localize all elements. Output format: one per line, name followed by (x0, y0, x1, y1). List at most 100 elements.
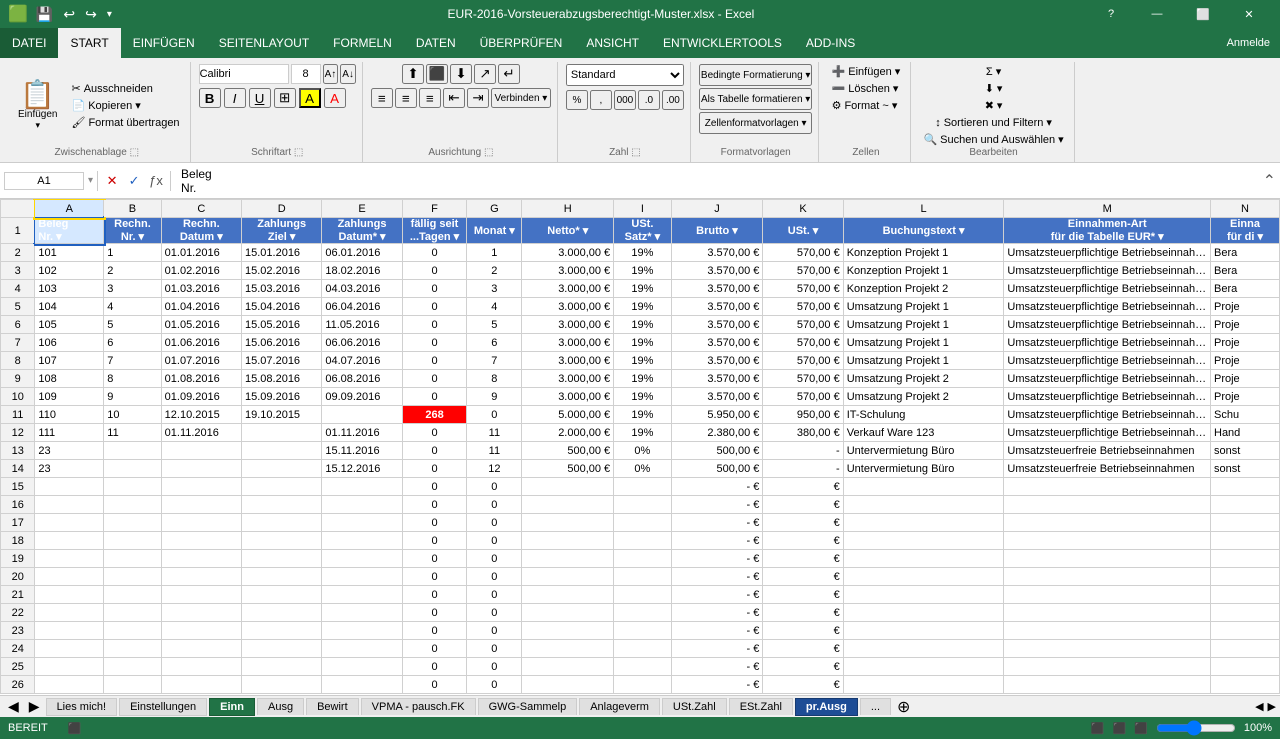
page-break-button[interactable]: ⬛ (1134, 722, 1148, 735)
cell-l16[interactable] (843, 496, 1004, 514)
quick-access-toolbar[interactable]: 🟩 💾 ↩ ↪ ▾ (8, 4, 114, 24)
cell-l15[interactable] (843, 478, 1004, 496)
cell-d12[interactable] (242, 424, 322, 442)
cell-l4[interactable]: Konzeption Projekt 2 (843, 280, 1004, 298)
cell-l3[interactable]: Konzeption Projekt 1 (843, 262, 1004, 280)
cell-i25[interactable] (614, 658, 671, 676)
cell-n7[interactable]: Proje (1211, 334, 1280, 352)
cell-m6[interactable]: Umsatzsteuerpflichtige Betriebseinnahmen (1004, 316, 1211, 334)
cell-g4[interactable]: 3 (467, 280, 522, 298)
window-controls[interactable]: ? — ⬜ ✕ (1088, 0, 1272, 28)
cell-h2[interactable]: 3.000,00 € (522, 244, 614, 262)
increase-indent-button[interactable]: ⇥ (467, 88, 489, 108)
cell-j12[interactable]: 2.380,00 € (671, 424, 763, 442)
cell-c6[interactable]: 01.05.2016 (161, 316, 241, 334)
cell-f6[interactable]: 0 (402, 316, 467, 334)
cell-j8[interactable]: 3.570,00 € (671, 352, 763, 370)
undo-button[interactable]: ↩ (61, 6, 77, 23)
bold-button[interactable]: B (199, 88, 221, 108)
cell-c11[interactable]: 12.10.2015 (161, 406, 241, 424)
cell-f25[interactable]: 0 (402, 658, 467, 676)
cell-k25[interactable]: € (763, 658, 843, 676)
cell-g3[interactable]: 2 (467, 262, 522, 280)
cell-d8[interactable]: 15.07.2016 (242, 352, 322, 370)
cell-f21[interactable]: 0 (402, 586, 467, 604)
clear-button[interactable]: ✖ ▾ (981, 98, 1007, 113)
cell-n22[interactable] (1211, 604, 1280, 622)
cell-h9[interactable]: 3.000,00 € (522, 370, 614, 388)
close-button[interactable]: ✕ (1226, 0, 1272, 28)
header-monat[interactable]: Monat ▾ (467, 218, 522, 244)
cell-d6[interactable]: 15.05.2016 (242, 316, 322, 334)
cell-c25[interactable] (161, 658, 241, 676)
sheet-tab-gwg[interactable]: GWG-Sammelp (478, 698, 578, 715)
format-as-table-button[interactable]: Als Tabelle formatieren ▾ (699, 88, 813, 110)
cell-a10[interactable]: 109 (35, 388, 104, 406)
cell-j3[interactable]: 3.570,00 € (671, 262, 763, 280)
cell-n20[interactable] (1211, 568, 1280, 586)
cell-l17[interactable] (843, 514, 1004, 532)
cell-h12[interactable]: 2.000,00 € (522, 424, 614, 442)
cell-b24[interactable] (104, 640, 161, 658)
col-header-M[interactable]: M (1004, 200, 1211, 218)
cell-b10[interactable]: 9 (104, 388, 161, 406)
cell-e9[interactable]: 06.08.2016 (322, 370, 402, 388)
cell-f12[interactable]: 0 (402, 424, 467, 442)
cell-a24[interactable] (35, 640, 104, 658)
cell-m26[interactable] (1004, 676, 1211, 694)
cell-k17[interactable]: € (763, 514, 843, 532)
sheet-tab-einstellungen[interactable]: Einstellungen (119, 698, 207, 716)
cell-i2[interactable]: 19% (614, 244, 671, 262)
cell-g24[interactable]: 0 (467, 640, 522, 658)
tab-formeln[interactable]: FORMELN (321, 28, 404, 58)
cell-h23[interactable] (522, 622, 614, 640)
cell-a13[interactable]: 23 (35, 442, 104, 460)
cell-e7[interactable]: 06.06.2016 (322, 334, 402, 352)
cell-n17[interactable] (1211, 514, 1280, 532)
expand-formula-bar-button[interactable]: ⌃ (1263, 171, 1276, 191)
underline-button[interactable]: U (249, 88, 271, 108)
cell-c18[interactable] (161, 532, 241, 550)
cell-k3[interactable]: 570,00 € (763, 262, 843, 280)
sheet-tab-ausg[interactable]: Ausg (257, 698, 304, 715)
cell-g10[interactable]: 9 (467, 388, 522, 406)
cell-b16[interactable] (104, 496, 161, 514)
cell-g12[interactable]: 11 (467, 424, 522, 442)
cell-f10[interactable]: 0 (402, 388, 467, 406)
cell-k20[interactable]: € (763, 568, 843, 586)
cell-d20[interactable] (242, 568, 322, 586)
cell-m20[interactable] (1004, 568, 1211, 586)
cell-n24[interactable] (1211, 640, 1280, 658)
insert-cells-button[interactable]: ➕Einfügen ▾ (828, 64, 905, 79)
cell-b4[interactable]: 3 (104, 280, 161, 298)
cell-g22[interactable]: 0 (467, 604, 522, 622)
cell-b23[interactable] (104, 622, 161, 640)
cell-j19[interactable]: - € (671, 550, 763, 568)
cell-i5[interactable]: 19% (614, 298, 671, 316)
cell-m17[interactable] (1004, 514, 1211, 532)
font-size-input[interactable] (291, 64, 321, 84)
cell-h22[interactable] (522, 604, 614, 622)
cell-e24[interactable] (322, 640, 402, 658)
cell-m9[interactable]: Umsatzsteuerpflichtige Betriebseinnahmen (1004, 370, 1211, 388)
decrease-font-button[interactable]: A↓ (340, 64, 356, 84)
cell-n14[interactable]: sonst (1211, 460, 1280, 478)
cell-k10[interactable]: 570,00 € (763, 388, 843, 406)
cell-i4[interactable]: 19% (614, 280, 671, 298)
cell-c16[interactable] (161, 496, 241, 514)
cell-k6[interactable]: 570,00 € (763, 316, 843, 334)
cell-b13[interactable] (104, 442, 161, 460)
highlight-color-button[interactable]: A (299, 88, 321, 108)
header-rechn-nr[interactable]: Rechn.Nr. ▾ (104, 218, 161, 244)
cell-m2[interactable]: Umsatzsteuerpflichtige Betriebseinnahmen (1004, 244, 1211, 262)
table-row[interactable]: 1700- €€ (1, 514, 1280, 532)
cell-l11[interactable]: IT-Schulung (843, 406, 1004, 424)
header-zahlungs-ziel[interactable]: ZahlungsZiel ▾ (242, 218, 322, 244)
cell-g5[interactable]: 4 (467, 298, 522, 316)
header-beleg-nr[interactable]: BelegNr. ▾ (35, 218, 104, 244)
col-header-I[interactable]: I (614, 200, 671, 218)
cell-h24[interactable] (522, 640, 614, 658)
cell-c9[interactable]: 01.08.2016 (161, 370, 241, 388)
cell-i20[interactable] (614, 568, 671, 586)
tab-einfugen[interactable]: EINFÜGEN (121, 28, 207, 58)
